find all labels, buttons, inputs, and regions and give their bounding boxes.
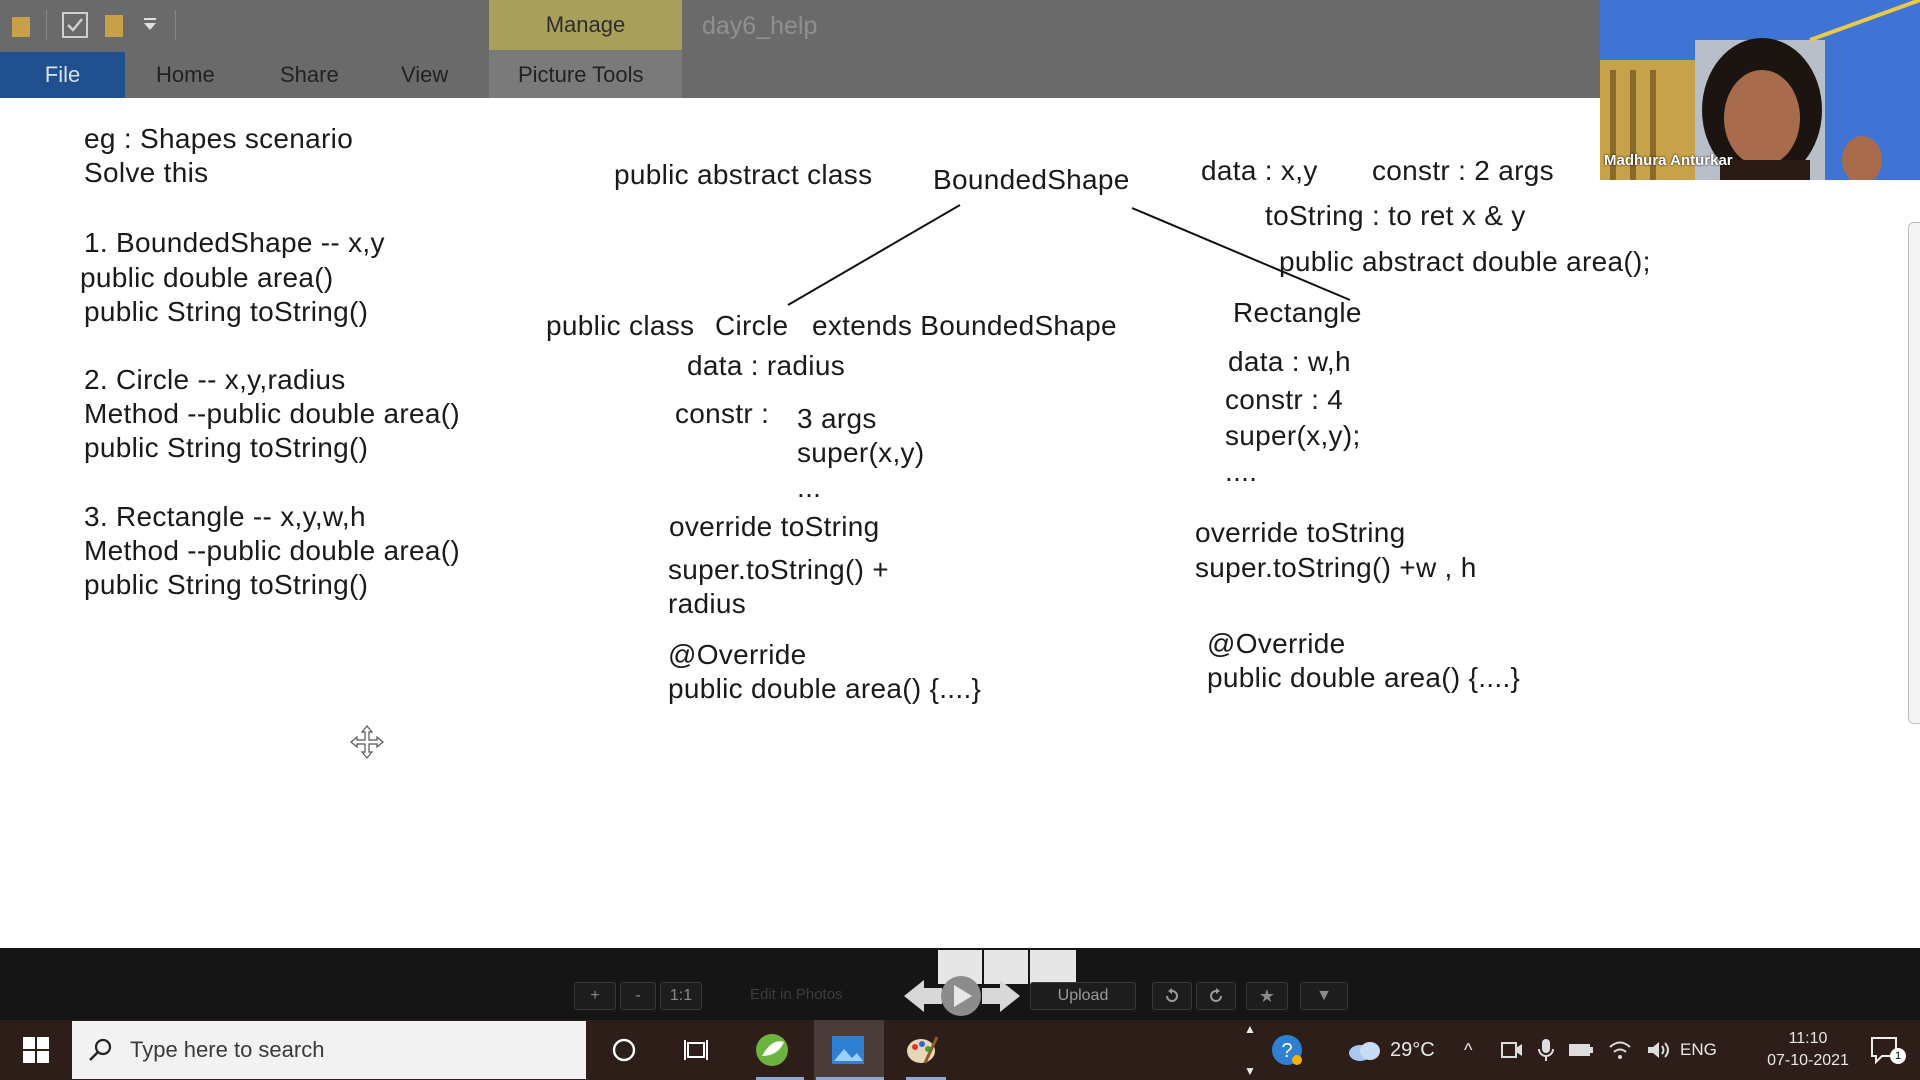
circle-override-annotation: @Override xyxy=(668,639,807,670)
circle-area-method: public double area() {....} xyxy=(668,673,982,704)
rectangle-class-name: Rectangle xyxy=(1233,297,1362,328)
move-cursor-icon xyxy=(350,725,384,759)
star-icon: ★ xyxy=(1258,985,1276,1006)
search-icon xyxy=(89,1038,112,1061)
rectangle-override-annotation: @Override xyxy=(1207,628,1346,659)
rectangle-override-tostring: override toString xyxy=(1195,517,1406,548)
caret-up-icon: ^ xyxy=(1464,1039,1473,1060)
edit-label[interactable]: Edit in Photos xyxy=(750,986,843,1003)
microphone-icon[interactable] xyxy=(1538,1038,1554,1062)
rotate-right-icon xyxy=(1210,988,1222,1002)
navigation-controls xyxy=(904,976,1020,1016)
circle-super-call: super(x,y) xyxy=(797,437,925,468)
temperature: 29°C xyxy=(1390,1038,1435,1061)
rectangle-data: data : w,h xyxy=(1228,346,1351,377)
circle-super-tostring: super.toString() + xyxy=(668,554,889,585)
rotate-left-button[interactable] xyxy=(1152,982,1192,1010)
help-icon: ? xyxy=(1272,1035,1302,1065)
taskbar-search[interactable]: Type here to search xyxy=(72,1021,586,1079)
help-button[interactable]: ? xyxy=(1270,1030,1304,1070)
taskbar-app-spring[interactable] xyxy=(752,1030,792,1070)
weather-widget[interactable]: 29°C xyxy=(1346,1030,1435,1070)
task-view-icon xyxy=(684,1040,708,1060)
base-constructor: constr : 2 args xyxy=(1372,155,1554,186)
circle-class-name: Circle xyxy=(715,310,789,341)
rectangle-super-call: super(x,y); xyxy=(1225,420,1361,451)
paint-icon xyxy=(907,1036,939,1064)
chevron-down-icon: ▼ xyxy=(1244,1064,1256,1078)
circle-extends: extends BoundedShape xyxy=(812,310,1117,341)
taskbar-app-paint[interactable] xyxy=(902,1030,942,1070)
zoom-out-button[interactable]: - xyxy=(620,982,656,1010)
zoom-in-button[interactable]: + xyxy=(574,982,616,1010)
svg-text:?: ? xyxy=(1281,1040,1292,1062)
task-view-button[interactable] xyxy=(676,1030,716,1070)
inheritance-line-circle xyxy=(787,204,961,306)
circle-override-tostring: override toString xyxy=(669,511,880,542)
taskbar-scroll[interactable]: ▲ ▼ xyxy=(1244,1022,1256,1078)
rectangle-area-method: public double area() {....} xyxy=(1207,662,1521,693)
show-hidden-icons[interactable]: ^ xyxy=(1464,1030,1472,1070)
favorite-button[interactable]: ★ xyxy=(1246,982,1288,1010)
windows-logo-icon xyxy=(23,1037,49,1063)
thumbnail[interactable] xyxy=(1030,950,1076,984)
rectangle-ellipsis: .... xyxy=(1225,456,1258,487)
base-data: data : x,y xyxy=(1201,155,1318,186)
chevron-down-icon: ▼ xyxy=(1316,987,1332,1004)
start-button[interactable] xyxy=(0,1020,72,1080)
rectangle-constructor: constr : 4 xyxy=(1225,384,1344,415)
tray-icons xyxy=(1500,1030,1670,1070)
photos-icon xyxy=(832,1036,864,1064)
meet-now-icon[interactable] xyxy=(1500,1039,1524,1061)
notification-badge: 1 xyxy=(1890,1048,1906,1064)
actual-size-button[interactable]: 1:1 xyxy=(660,982,702,1010)
notification-center[interactable]: 1 xyxy=(1868,1030,1906,1070)
base-abstract-method: public abstract double area(); xyxy=(1279,246,1651,277)
rotate-left-icon xyxy=(1166,988,1178,1002)
upload-button[interactable]: Upload xyxy=(1030,982,1136,1010)
volume-icon[interactable] xyxy=(1646,1039,1670,1061)
cortana-icon xyxy=(612,1038,636,1062)
previous-arrow-icon[interactable] xyxy=(904,980,942,1012)
base-class-name: BoundedShape xyxy=(933,164,1130,195)
search-placeholder: Type here to search xyxy=(130,1037,325,1062)
clock-time: 11:10 xyxy=(1788,1030,1828,1047)
circle-constructor-label: constr : xyxy=(675,398,770,429)
circle-radius: radius xyxy=(668,588,747,619)
spring-tool-icon xyxy=(756,1034,788,1066)
taskbar-app-photos[interactable] xyxy=(828,1030,868,1070)
rectangle-super-tostring: super.toString() +w , h xyxy=(1195,552,1477,583)
circle-constructor-args: 3 args xyxy=(797,403,877,434)
hierarchy-lines xyxy=(787,204,1351,306)
base-declaration: public abstract class xyxy=(614,159,873,190)
circle-data: data : radius xyxy=(687,350,845,381)
battery-icon[interactable] xyxy=(1568,1042,1594,1058)
circle-ellipsis: ... xyxy=(797,472,822,503)
more-options-button[interactable]: ▼ xyxy=(1300,982,1348,1010)
input-language[interactable]: ENG xyxy=(1680,1030,1717,1070)
clock[interactable]: 11:10 07-10-2021 xyxy=(1748,1020,1868,1080)
wifi-icon[interactable] xyxy=(1608,1039,1632,1061)
next-arrow-icon[interactable] xyxy=(982,980,1020,1012)
cortana-button[interactable] xyxy=(604,1030,644,1070)
circle-declaration: public class xyxy=(546,310,695,341)
chevron-up-icon: ▲ xyxy=(1244,1022,1256,1036)
clock-date: 07-10-2021 xyxy=(1767,1052,1849,1069)
cloud-icon xyxy=(1349,1042,1380,1061)
base-tostring: toString : to ret x & y xyxy=(1265,200,1526,231)
rotate-right-button[interactable] xyxy=(1196,982,1236,1010)
vertical-scrollbar[interactable] xyxy=(1908,222,1920,724)
